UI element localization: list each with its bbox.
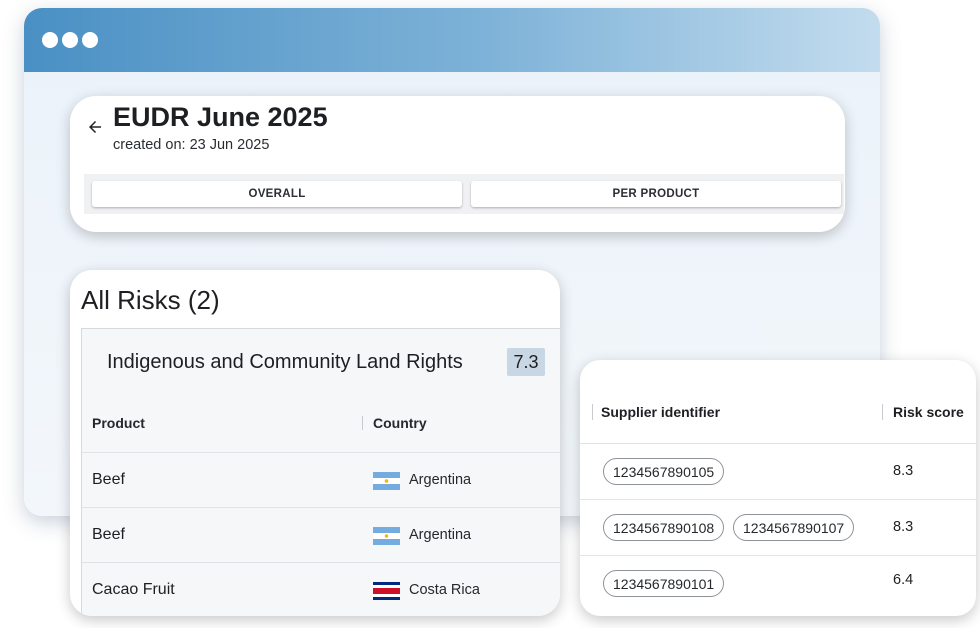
column-divider <box>882 404 883 420</box>
risk-name: Indigenous and Community Land Rights <box>107 351 463 373</box>
tab-bar: OVERALL PER PRODUCT <box>84 174 844 214</box>
costa-rica-flag-icon <box>373 582 400 600</box>
table-row[interactable]: 1234567890105 8.3 <box>580 444 976 500</box>
supplier-id-chip[interactable]: 1234567890101 <box>603 570 725 597</box>
supplier-id-chip[interactable]: 1234567890107 <box>733 514 855 541</box>
window-title-bar <box>24 8 880 72</box>
argentina-flag-icon <box>373 472 400 490</box>
window-dot-icon[interactable] <box>62 32 78 48</box>
page-title: EUDR June 2025 <box>113 102 328 132</box>
risk-score-cell: 8.3 <box>893 463 914 479</box>
created-date: created on: 23 Jun 2025 <box>113 137 270 153</box>
product-cell: Beef <box>92 526 125 543</box>
table-row[interactable]: 1234567890108 1234567890107 8.3 <box>580 500 976 556</box>
supplier-risk-card: Supplier identifier Risk score 123456789… <box>580 360 976 616</box>
country-cell: Argentina <box>409 472 472 488</box>
table-row[interactable]: 1234567890101 6.4 <box>580 556 976 612</box>
country-cell: Costa Rica <box>409 582 480 598</box>
risk-score-cell: 8.3 <box>893 519 914 535</box>
table-row[interactable]: Beef Argentina <box>82 507 560 562</box>
product-cell: Cacao Fruit <box>92 581 175 598</box>
column-divider <box>362 416 363 430</box>
window-dot-icon[interactable] <box>42 32 58 48</box>
product-cell: Beef <box>92 471 125 488</box>
column-divider <box>592 404 593 420</box>
table-row[interactable]: Cacao Fruit Costa Rica <box>82 562 560 616</box>
table-row[interactable]: Beef Argentina <box>82 452 560 507</box>
argentina-flag-icon <box>373 527 400 545</box>
risk-panel: Indigenous and Community Land Rights 7.3… <box>81 328 560 616</box>
supplier-id-chip[interactable]: 1234567890108 <box>603 514 725 541</box>
all-risks-card: All Risks (2) Indigenous and Community L… <box>70 270 560 616</box>
risk-score-badge: 7.3 <box>507 348 545 376</box>
risks-title: All Risks (2) <box>81 285 220 315</box>
column-header-country[interactable]: Country <box>373 415 427 431</box>
supplier-table-header: Supplier identifier Risk score <box>580 360 976 444</box>
arrow-left-icon[interactable] <box>86 118 104 136</box>
column-header-product[interactable]: Product <box>92 415 145 431</box>
country-cell: Argentina <box>409 527 472 543</box>
column-header-risk-score[interactable]: Risk score <box>893 404 964 420</box>
tab-overall[interactable]: OVERALL <box>92 181 462 207</box>
column-header-supplier-identifier[interactable]: Supplier identifier <box>601 404 720 420</box>
tab-per-product[interactable]: PER PRODUCT <box>471 181 841 207</box>
report-header-card: EUDR June 2025 created on: 23 Jun 2025 O… <box>70 96 845 232</box>
window-dot-icon[interactable] <box>82 32 98 48</box>
supplier-id-chip[interactable]: 1234567890105 <box>603 458 725 485</box>
risk-score-cell: 6.4 <box>893 572 914 588</box>
